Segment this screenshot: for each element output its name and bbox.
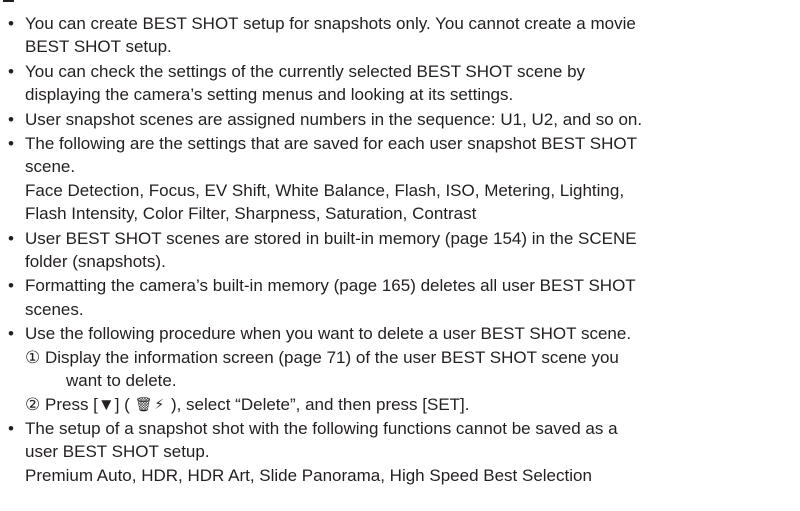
- note-line: scenes.: [25, 299, 84, 319]
- page-corner-mark: [3, 0, 14, 2]
- step-1-continuation: want to delete.: [66, 371, 177, 391]
- note-unsupported-functions: • The setup of a snapshot shot with the …: [4, 417, 796, 487]
- bullet: •: [8, 134, 14, 154]
- bullet: •: [8, 109, 14, 129]
- saved-settings-list: Face Detection, Focus, EV Shift, White B…: [25, 180, 625, 200]
- note-line: User snapshot scenes are assigned number…: [25, 109, 643, 129]
- note-movie-setup: • You can create BEST SHOT setup for sna…: [4, 12, 796, 59]
- step-2: ② Press [▼] ( 🗑⚡ ), select “Delete”, and…: [25, 393, 796, 416]
- notes-list: • You can create BEST SHOT setup for sna…: [4, 12, 796, 488]
- note-line: Formatting the camera’s built-in memory …: [25, 276, 636, 296]
- step-1: ① Display the information screen (page 7…: [25, 346, 796, 369]
- flash-icon: ⚡: [154, 395, 167, 412]
- note-scene-numbering: • User snapshot scenes are assigned numb…: [4, 108, 796, 131]
- step-number: ①: [25, 347, 41, 367]
- note-line: BEST SHOT setup.: [25, 37, 172, 57]
- note-line: You can create BEST SHOT setup for snaps…: [25, 14, 636, 33]
- note-formatting-warning: • Formatting the camera’s built-in memor…: [4, 274, 796, 321]
- note-storage-location: • User BEST SHOT scenes are stored in bu…: [4, 227, 796, 274]
- step-number: ②: [25, 394, 41, 414]
- note-saved-settings: • The following are the settings that ar…: [4, 132, 796, 226]
- step-text: Press [▼] (: [45, 394, 130, 414]
- note-line: User BEST SHOT scenes are stored in buil…: [25, 228, 637, 248]
- step-text: ), select “Delete”, and then press [SET]…: [170, 394, 470, 414]
- note-line: Use the following procedure when you wan…: [25, 324, 632, 344]
- note-line: user BEST SHOT setup.: [25, 442, 210, 462]
- bullet: •: [8, 418, 14, 438]
- note-check-settings: • You can check the settings of the curr…: [4, 60, 796, 107]
- note-delete-procedure: • Use the following procedure when you w…: [4, 322, 796, 416]
- note-line: folder (snapshots).: [25, 252, 166, 272]
- bullet: •: [8, 324, 14, 344]
- note-line: The setup of a snapshot shot with the fo…: [25, 418, 618, 438]
- bullet: •: [8, 228, 14, 248]
- note-line: displaying the camera’s setting menus an…: [25, 85, 514, 105]
- bullet: •: [8, 276, 14, 296]
- note-line: The following are the settings that are …: [25, 134, 638, 154]
- note-line: You can check the settings of the curren…: [25, 61, 586, 81]
- trash-icon: 🗑: [134, 395, 155, 412]
- note-line: scene.: [25, 157, 76, 177]
- unsupported-functions-list: Premium Auto, HDR, HDR Art, Slide Panora…: [25, 465, 592, 485]
- saved-settings-list: Flash Intensity, Color Filter, Sharpness…: [25, 204, 477, 224]
- bullet: •: [8, 14, 14, 33]
- bullet: •: [8, 61, 14, 81]
- delete-key-icons: 🗑⚡: [135, 393, 167, 416]
- step-text: Display the information screen (page 71)…: [45, 347, 619, 367]
- manual-page: • You can create BEST SHOT setup for sna…: [0, 0, 800, 511]
